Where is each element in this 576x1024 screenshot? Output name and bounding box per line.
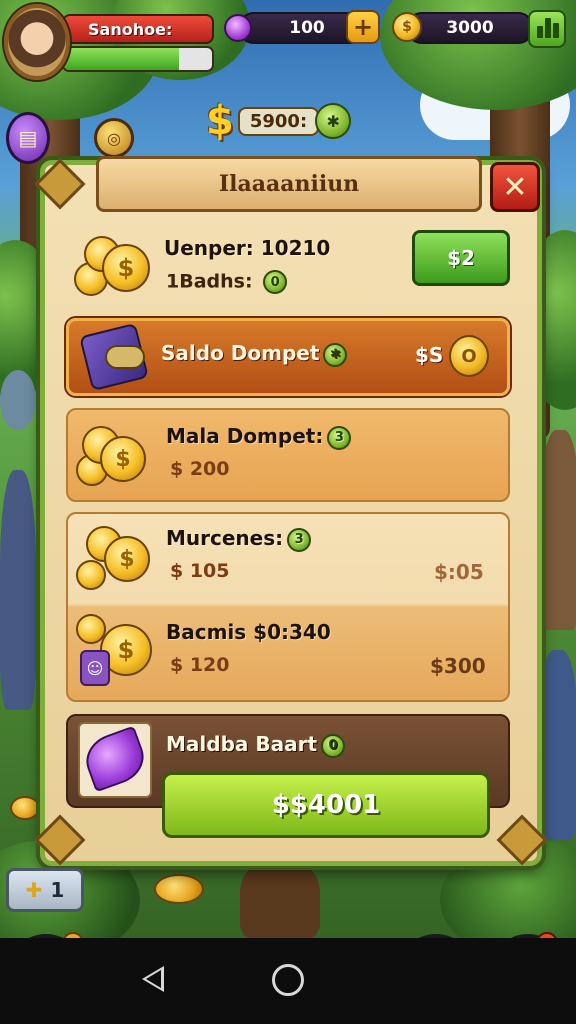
gem-icon — [224, 14, 252, 42]
green-token-icon: ✱ — [323, 342, 348, 367]
coin-stack-icon: $ — [74, 232, 150, 302]
panel-title: Ilaaaaniiun — [96, 156, 482, 212]
coin-stack-icon: $ — [76, 422, 152, 492]
row-value: $S — [415, 343, 444, 367]
plus-icon: ✚ — [25, 878, 43, 902]
badges-label: 1Badhs: 0 — [166, 270, 288, 294]
chart-icon — [537, 26, 543, 38]
xp-progress-fill — [64, 48, 180, 70]
green-token-icon: ✱ — [315, 103, 352, 139]
close-button[interactable]: ✕ — [490, 162, 540, 212]
green-token-icon: 0 — [321, 733, 346, 758]
player-name: Sanohoe: — [88, 19, 173, 39]
menu-book-button[interactable]: ▤ — [6, 112, 50, 164]
item-count: 1 — [50, 878, 65, 902]
row-value: $300 — [430, 654, 486, 678]
gems-value: 100 — [289, 18, 325, 38]
book-icon: ▤ — [18, 126, 38, 150]
row-price: $ 200 — [170, 458, 230, 480]
top-hud: Sanohoe: 100 + 3000 $ — [0, 0, 576, 90]
green-token-icon: 0 — [263, 270, 288, 294]
buy-button[interactable]: $$4001 — [162, 772, 490, 838]
row-price: $ 105 — [170, 560, 230, 582]
row-title: Murcenes: 3 — [166, 526, 312, 552]
row-value: $:05 — [434, 560, 484, 584]
row-title: Saldo Dompet ✱ — [161, 341, 348, 367]
coin-stack-icon: $ ☺ — [76, 614, 152, 686]
list-item-saldo-dompet[interactable]: Saldo Dompet ✱ $S O — [66, 318, 510, 396]
coin-icon: O — [449, 335, 489, 377]
plus-icon: + — [352, 13, 374, 41]
coin-icon: $ — [392, 12, 422, 42]
row-title: Bacmis $0:340 — [166, 620, 331, 644]
stats-chart-button[interactable] — [528, 10, 566, 48]
player-name-bar: Sanohoe: — [62, 14, 214, 44]
panel-title-text: Ilaaaaniiun — [218, 171, 360, 197]
xp-progress-bar — [62, 46, 214, 72]
home-icon[interactable] — [272, 964, 304, 996]
coins-value: 3000 — [446, 18, 494, 38]
list-item-mala-dompet[interactable]: $ Mala Dompet: 3 $ 200 — [66, 408, 510, 502]
player-avatar[interactable] — [4, 4, 70, 80]
system-navbar — [0, 938, 576, 1024]
dollar-icon: $ — [206, 98, 234, 144]
green-token-icon: 3 — [327, 425, 352, 450]
back-icon[interactable] — [142, 966, 164, 992]
item-count-badge[interactable]: ✚ 1 — [6, 868, 84, 912]
row-title: Mala Dompet: 3 — [166, 424, 352, 450]
row-price: $ 120 — [170, 654, 230, 676]
list-group: $ Murcenes: 3 $ 105 $:05 $ ☺ Bacmis $0:34… — [66, 512, 510, 702]
row-title: Maldba Baart 0 — [166, 732, 346, 758]
green-token-icon: 3 — [287, 527, 312, 552]
claim-button-label: $2 — [447, 246, 475, 270]
coin-stack-icon: $ — [76, 522, 152, 592]
gold-total: $ 5900: ✱ — [206, 98, 352, 144]
buy-button-label: $$4001 — [271, 790, 381, 820]
balance-label: Uenper: 10210 — [164, 236, 331, 260]
coins-counter: 3000 — [406, 12, 534, 44]
gold-total-value: 5900: — [237, 106, 320, 136]
claim-button[interactable]: $2 — [412, 230, 510, 286]
bag-icon: ◎ — [107, 128, 121, 148]
add-gems-button[interactable]: + — [346, 10, 380, 44]
close-icon: ✕ — [502, 169, 528, 205]
shop-bag-button[interactable]: ◎ — [94, 118, 134, 158]
